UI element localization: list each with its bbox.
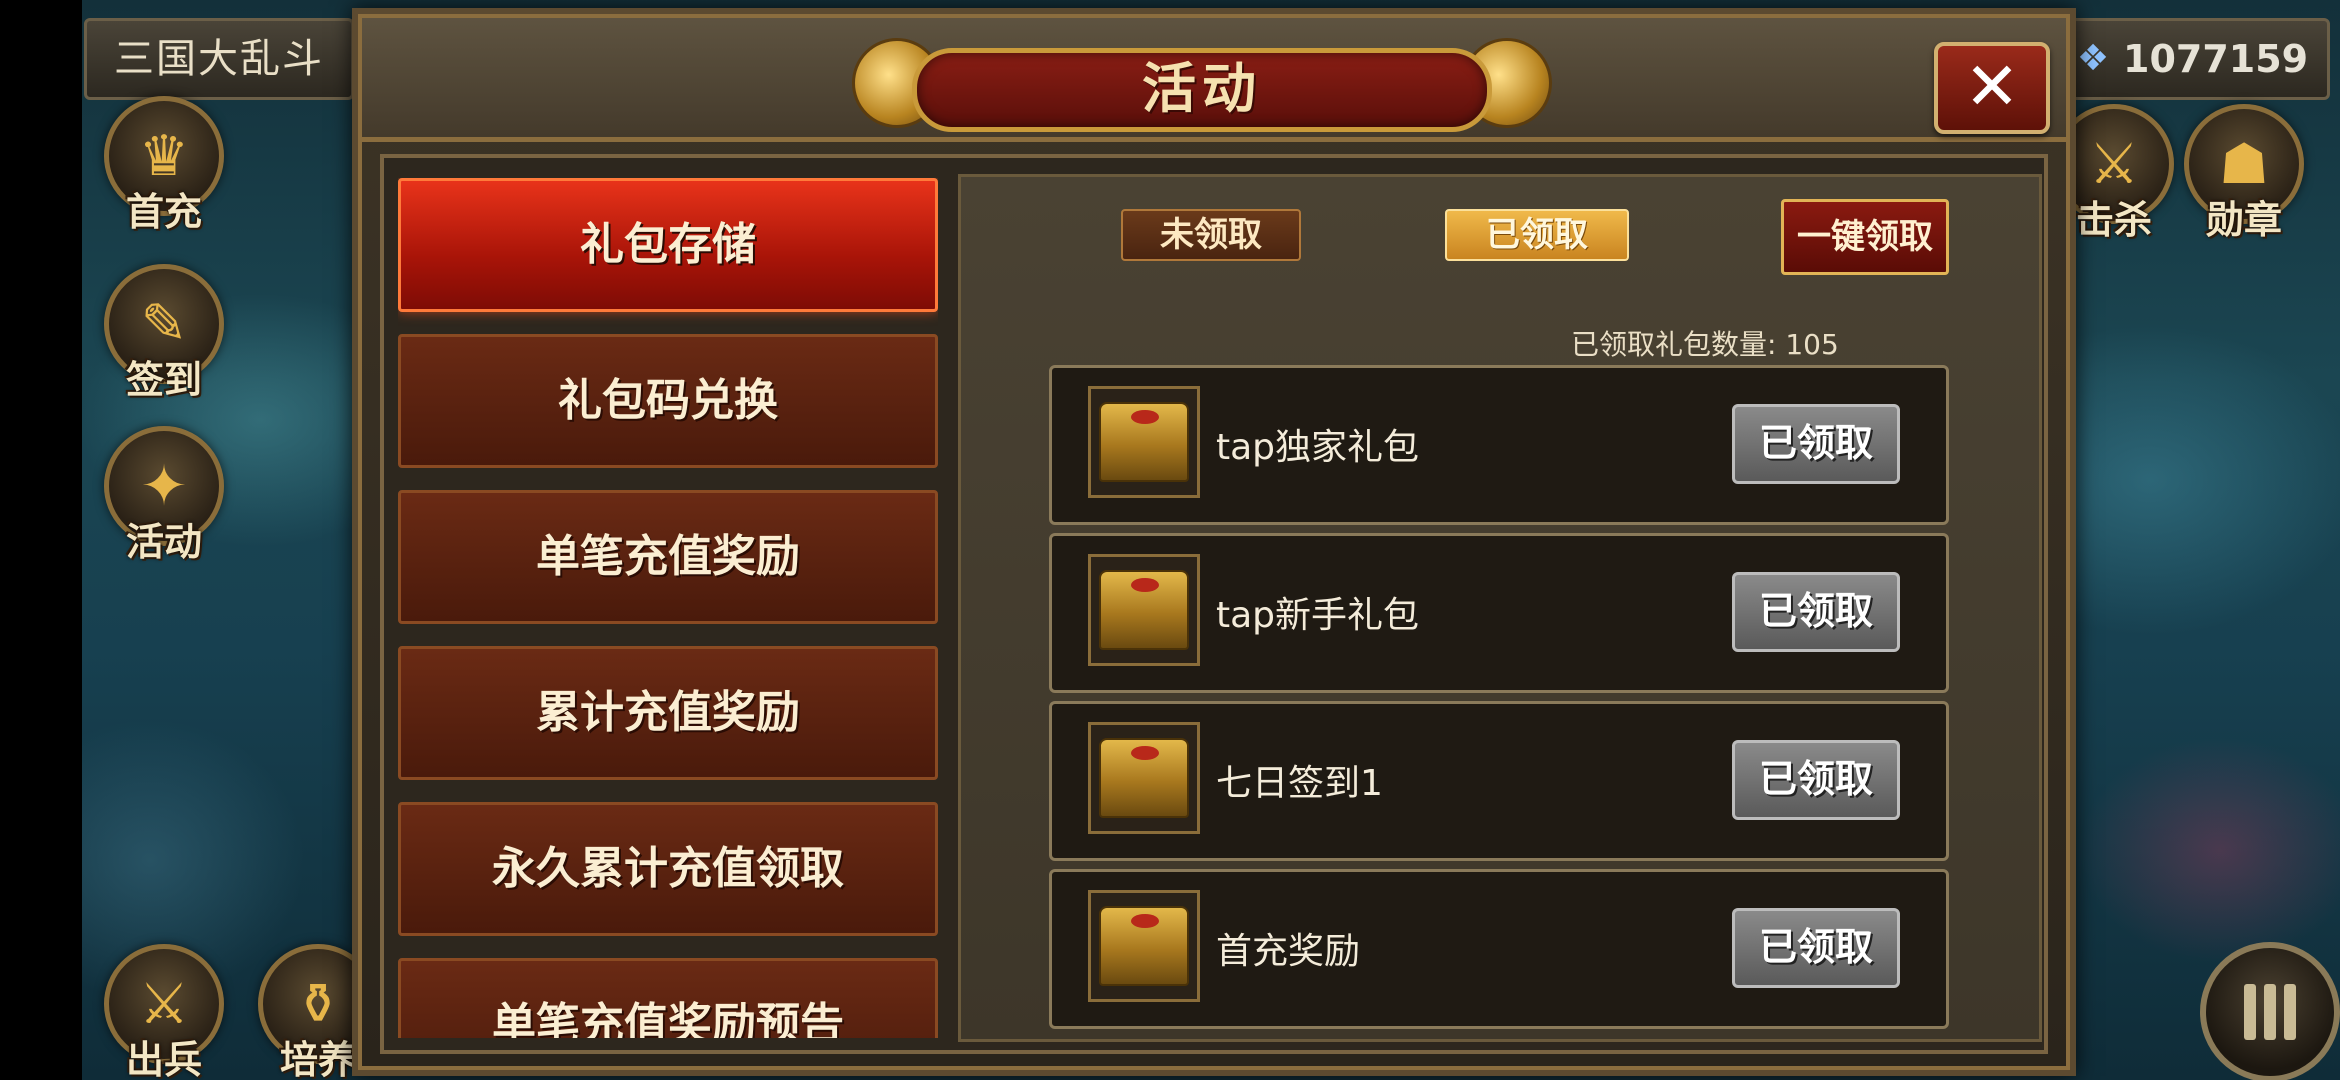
list-item: 首充奖励 已领取 [1049, 869, 1949, 1029]
tab-gift-code-redeem[interactable]: 礼包码兑换 [398, 334, 938, 468]
close-button[interactable]: ✕ [1934, 42, 2050, 134]
reward-name: 七日签到1 [1216, 763, 1383, 804]
list-item: tap新手礼包 已领取 [1049, 533, 1949, 693]
game-title-bar: 三国大乱斗 [84, 18, 354, 100]
title-plaque: 活动 [852, 30, 1552, 142]
filter-claimed-button[interactable]: 已领取 [1445, 209, 1629, 261]
tab-permanent-cumulative-recharge[interactable]: 永久累计充值领取 [398, 802, 938, 936]
claim-all-button[interactable]: 一键领取 [1781, 199, 1949, 275]
currency-bar: ❖ 1077159 [2060, 18, 2330, 100]
reward-name: 首充奖励 [1216, 931, 1361, 972]
treasure-chest-icon [1088, 722, 1200, 834]
list-item: tap独家礼包 已领取 [1049, 365, 1949, 525]
reward-name: tap新手礼包 [1216, 595, 1420, 636]
side-icon-deploy[interactable]: ⚔ 出兵 [100, 944, 228, 1080]
gift-storage-panel: 未领取 已领取 一键领取 已领取礼包数量: 105 tap独家礼包 已领取 ta… [958, 174, 2042, 1042]
main-menu-button[interactable] [2200, 942, 2340, 1080]
gem-icon: ❖ [2076, 38, 2110, 79]
list-item: 七日签到1 已领取 [1049, 701, 1949, 861]
reward-name: tap独家礼包 [1216, 427, 1420, 468]
filter-unclaimed-button[interactable]: 未领取 [1121, 209, 1301, 261]
tab-cumulative-recharge-reward[interactable]: 累计充值奖励 [398, 646, 938, 780]
tab-single-recharge-preview[interactable]: 单笔充值奖励预告 [398, 958, 938, 1038]
dialog-body: 礼包存储 礼包码兑换 单笔充值奖励 累计充值奖励 永久累计充值领取 单笔充值奖励… [380, 154, 2048, 1054]
screen-edge [0, 0, 82, 1080]
dialog-header: 活动 ✕ [362, 18, 2066, 142]
side-icon-first-charge[interactable]: ♛ 首充 [100, 96, 228, 236]
tab-single-recharge-reward[interactable]: 单笔充值奖励 [398, 490, 938, 624]
side-icon-activity[interactable]: ✦ 活动 [100, 426, 228, 566]
menu-bar-icon [2244, 984, 2256, 1040]
treasure-chest-icon [1088, 890, 1200, 1002]
reward-list[interactable]: tap独家礼包 已领取 tap新手礼包 已领取 七日签到1 已领取 首充奖励 已… [1049, 365, 1949, 1045]
claimed-count-label: 已领取礼包数量: 105 [1571, 328, 1839, 361]
claimed-button[interactable]: 已领取 [1732, 404, 1900, 484]
claimed-button[interactable]: 已领取 [1732, 572, 1900, 652]
tab-gift-storage[interactable]: 礼包存储 [398, 178, 938, 312]
treasure-chest-icon [1088, 554, 1200, 666]
side-icon-checkin[interactable]: ✎ 签到 [100, 264, 228, 404]
activity-dialog: 活动 ✕ 礼包存储 礼包码兑换 单笔充值奖励 累计充值奖励 永久累计充值领取 单… [352, 8, 2076, 1076]
tab-list[interactable]: 礼包存储 礼包码兑换 单笔充值奖励 累计充值奖励 永久累计充值领取 单笔充值奖励… [398, 178, 938, 1038]
side-icon-medal[interactable]: ☗ 勋章 [2180, 104, 2308, 244]
menu-bar-icon [2284, 984, 2296, 1040]
claimed-button[interactable]: 已领取 [1732, 908, 1900, 988]
currency-amount: 1077159 [2123, 37, 2309, 81]
treasure-chest-icon [1088, 386, 1200, 498]
dialog-title: 活动 [912, 48, 1492, 132]
claimed-button[interactable]: 已领取 [1732, 740, 1900, 820]
menu-bar-icon [2264, 984, 2276, 1040]
